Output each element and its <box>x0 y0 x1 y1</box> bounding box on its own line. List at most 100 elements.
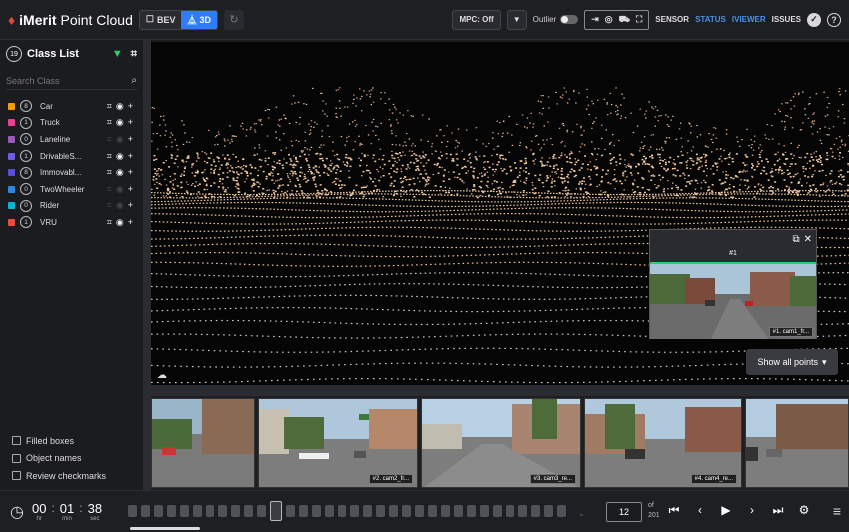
frame-cell[interactable] <box>363 505 373 517</box>
next-frame-icon[interactable]: › <box>746 503 758 518</box>
filter-icon[interactable]: ▼ <box>112 48 123 60</box>
camera-thumbnail[interactable]: #3. cam3_re... <box>421 398 581 488</box>
class-row[interactable]: 1 VRU ⌗ ◉ + <box>0 214 143 231</box>
eye-off-icon[interactable]: ◉ <box>116 184 124 195</box>
frame-timeline[interactable] <box>128 501 567 521</box>
checkbox[interactable] <box>12 436 21 446</box>
close-icon[interactable]: ✕ <box>804 234 812 245</box>
tab-status[interactable]: STATUS <box>695 15 726 24</box>
crop-icon[interactable]: ⌗ <box>107 217 112 228</box>
car-icon[interactable]: ⛟ <box>619 14 630 26</box>
frame-cell[interactable] <box>350 505 360 517</box>
class-row[interactable]: 0 Rider ⌗ ◉ + <box>0 198 143 215</box>
frame-cell[interactable] <box>140 505 150 517</box>
crop-icon[interactable]: ⌗ <box>107 134 112 145</box>
frame-cell[interactable] <box>244 505 254 517</box>
camera-thumbnail[interactable]: #4. cam4_re... <box>584 398 742 488</box>
frame-cell[interactable] <box>166 505 176 517</box>
camera-thumbnail[interactable] <box>745 398 849 488</box>
frame-cell[interactable] <box>337 505 347 517</box>
frame-cell[interactable] <box>285 505 295 517</box>
vertical-splitter[interactable] <box>144 40 151 490</box>
frame-cell[interactable] <box>257 505 267 517</box>
class-row[interactable]: 8 Immovabl... ⌗ ◉ + <box>0 164 143 181</box>
tab-iviewer[interactable]: IVIEWER <box>732 15 766 24</box>
gear-icon[interactable]: ⚙ <box>798 503 810 518</box>
horizontal-splitter[interactable] <box>151 385 849 396</box>
lidar-icon[interactable]: ⇥ <box>591 14 599 25</box>
chevron-down-icon[interactable]: ⌄ <box>578 509 585 518</box>
outlier-switch[interactable] <box>560 15 579 24</box>
frame-cell[interactable] <box>453 505 463 517</box>
radar-icon[interactable]: ◎ <box>605 14 613 25</box>
frame-number-input[interactable]: 12 <box>606 502 642 522</box>
frame-cell[interactable] <box>179 505 189 517</box>
frame-cell[interactable] <box>205 505 215 517</box>
menu-icon[interactable]: ≡ <box>833 503 841 519</box>
crop-icon[interactable]: ⌗ <box>107 167 112 178</box>
frame-cell[interactable] <box>324 505 334 517</box>
previous-frame-icon[interactable]: ‹ <box>694 503 706 518</box>
tab-sensor[interactable]: SENSOR <box>655 15 689 24</box>
add-icon[interactable]: + <box>128 167 133 178</box>
frame-cell[interactable] <box>311 505 321 517</box>
camera-thumbnail[interactable] <box>151 398 255 488</box>
current-frame-marker[interactable] <box>270 501 282 521</box>
frame-cell[interactable] <box>402 505 412 517</box>
fullscreen-icon[interactable]: ⛶ <box>636 14 642 25</box>
frame-cell[interactable] <box>153 505 163 517</box>
filled-boxes-option[interactable]: Filled boxes <box>12 432 106 450</box>
frame-cell[interactable] <box>479 505 489 517</box>
add-icon[interactable]: + <box>128 184 133 195</box>
frame-cell[interactable] <box>505 505 515 517</box>
help-icon[interactable]: ? <box>827 12 841 27</box>
add-icon[interactable]: + <box>128 217 133 228</box>
frame-cell[interactable] <box>544 505 554 517</box>
cloud-icon[interactable]: ☁ <box>157 370 167 381</box>
frame-cell[interactable] <box>531 505 541 517</box>
eye-off-icon[interactable]: ◉ <box>116 151 124 162</box>
class-row[interactable]: 1 Truck ⌗ ◉ + <box>0 115 143 132</box>
eye-off-icon[interactable]: ◉ <box>116 134 124 145</box>
crop-icon[interactable]: ⌗ <box>107 151 112 162</box>
frame-cell[interactable] <box>557 505 567 517</box>
add-icon[interactable]: + <box>128 151 133 162</box>
crop-icon[interactable]: ⌗ <box>107 117 112 128</box>
frame-cell[interactable] <box>389 505 399 517</box>
review-checkmarks-option[interactable]: Review checkmarks <box>12 467 106 485</box>
frame-cell[interactable] <box>428 505 437 517</box>
class-row[interactable]: 0 TwoWheeler ⌗ ◉ + <box>0 181 143 198</box>
frame-cell[interactable] <box>128 505 137 517</box>
add-icon[interactable]: + <box>128 134 133 145</box>
expand-icon[interactable]: ⧉ <box>792 234 799 245</box>
outlier-toggle[interactable]: Outlier <box>533 15 579 24</box>
shield-check-icon[interactable]: ✓ <box>807 12 821 27</box>
frame-cell[interactable] <box>415 505 425 517</box>
eye-off-icon[interactable]: ◉ <box>116 117 124 128</box>
crop-icon[interactable]: ⌗ <box>107 200 112 211</box>
add-icon[interactable]: + <box>128 101 133 112</box>
play-icon[interactable]: ▶ <box>720 503 732 518</box>
search-input[interactable] <box>6 75 132 86</box>
frame-cell[interactable] <box>231 505 241 517</box>
crop-icon[interactable]: ⌗ <box>107 101 112 112</box>
first-frame-icon[interactable]: ⏮ <box>668 503 680 518</box>
checkbox[interactable] <box>12 453 21 463</box>
mpc-select[interactable]: MPC: Off <box>452 9 501 30</box>
frame-cell[interactable] <box>218 505 228 517</box>
reset-view-icon[interactable]: ↻ <box>224 9 245 30</box>
frame-cell[interactable] <box>492 505 502 517</box>
eye-off-icon[interactable]: ◉ <box>116 217 124 228</box>
frame-cell[interactable] <box>466 505 476 517</box>
add-icon[interactable]: + <box>128 200 133 211</box>
object-names-option[interactable]: Object names <box>12 450 106 468</box>
show-points-dropdown[interactable]: Show all points ▾ <box>746 349 838 375</box>
frame-cell[interactable] <box>192 505 202 517</box>
camera-preview-image[interactable]: #1. cam1_fr... <box>650 262 816 339</box>
bev-mode-button[interactable]: ☐ BEV <box>139 10 182 29</box>
search-icon[interactable]: ⌕ <box>131 75 137 86</box>
frame-cell[interactable] <box>518 505 528 517</box>
frame-cell[interactable] <box>440 505 450 517</box>
class-row[interactable]: 1 DrivableS... ⌗ ◉ + <box>0 148 143 165</box>
frame-cell[interactable] <box>376 505 386 517</box>
